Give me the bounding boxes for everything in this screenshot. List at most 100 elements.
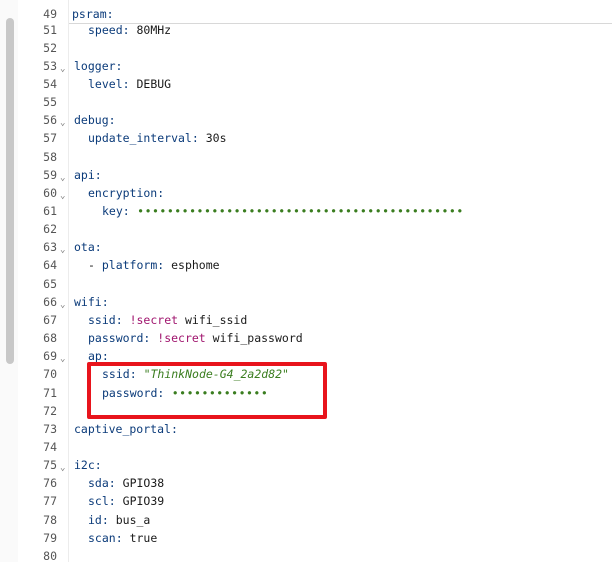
fold-chevron-icon[interactable]: ⌄ xyxy=(60,169,65,187)
yaml-tag: !secret xyxy=(129,313,179,327)
yaml-key: password xyxy=(88,331,144,345)
scrollbar-thumb[interactable] xyxy=(6,18,14,364)
yaml-key: ota xyxy=(74,240,95,254)
code-editor[interactable]: 49 psram: 51 speed: 80MHz 52 53 ⌄ logger: 54 le… xyxy=(0,0,612,563)
code-line[interactable]: encryption: xyxy=(88,184,164,202)
code-line[interactable]: wifi: xyxy=(74,293,109,311)
code-line[interactable]: logger: xyxy=(74,57,122,75)
yaml-key: psram xyxy=(72,7,107,21)
line-number: 62 xyxy=(43,222,57,236)
yaml-key: wifi xyxy=(74,295,102,309)
fold-chevron-icon[interactable]: ⌄ xyxy=(60,60,65,78)
gutter-divider xyxy=(68,0,69,562)
yaml-key: scan xyxy=(88,531,116,545)
line-number: 52 xyxy=(43,41,57,55)
line-number: 80 xyxy=(43,549,57,563)
line-number: 63 xyxy=(43,240,57,254)
yaml-colon: : xyxy=(108,113,116,127)
highlight-box xyxy=(87,362,327,419)
vertical-scrollbar[interactable] xyxy=(0,0,19,562)
yaml-colon: : xyxy=(115,531,123,545)
line-number: 60 xyxy=(43,186,57,200)
yaml-colon: : xyxy=(101,295,109,309)
yaml-key: encryption xyxy=(88,186,158,200)
code-line[interactable]: ssid: !secret wifi_ssid xyxy=(88,311,247,329)
yaml-key: platform xyxy=(101,258,158,272)
yaml-tag: !secret xyxy=(157,331,206,345)
line-number: 51 xyxy=(43,23,57,37)
fold-chevron-icon[interactable]: ⌄ xyxy=(60,459,65,477)
code-line[interactable]: scan: true xyxy=(88,529,157,547)
yaml-key: ssid xyxy=(88,313,116,327)
code-line[interactable]: captive_portal: xyxy=(74,420,178,438)
code-line[interactable]: sda: GPIO38 xyxy=(88,474,164,492)
fold-chevron-icon[interactable]: ⌄ xyxy=(60,350,65,368)
masked-secret-value: ••••••••••••••••••••••••••••••••••••••••… xyxy=(129,204,464,218)
list-dash: - xyxy=(88,258,102,272)
yaml-colon: : xyxy=(157,186,165,200)
code-line[interactable]: debug: xyxy=(74,111,116,129)
yaml-value: DEBUG xyxy=(129,77,172,91)
yaml-key: captive_portal xyxy=(74,422,171,436)
yaml-colon: : xyxy=(101,513,109,527)
yaml-key: id xyxy=(88,513,102,527)
line-number: 61 xyxy=(43,204,57,218)
yaml-colon: : xyxy=(115,313,123,327)
code-line[interactable]: i2c: xyxy=(74,456,102,474)
line-number: 69 xyxy=(43,349,57,363)
yaml-key: level xyxy=(88,77,123,91)
yaml-value: wifi_ssid xyxy=(178,313,248,327)
yaml-colon: : xyxy=(122,204,130,218)
line-number: 71 xyxy=(43,386,57,400)
code-line[interactable]: ota: xyxy=(74,238,102,256)
line-number: 78 xyxy=(43,513,57,527)
yaml-value: esphome xyxy=(164,258,220,272)
yaml-colon: : xyxy=(108,494,116,508)
yaml-colon: : xyxy=(94,168,102,182)
fold-chevron-icon[interactable]: ⌄ xyxy=(60,187,65,205)
yaml-value: bus_a xyxy=(108,513,151,527)
fold-chevron-icon[interactable]: ⌄ xyxy=(60,114,65,132)
yaml-colon: : xyxy=(122,77,130,91)
fold-chevron-icon[interactable]: ⌄ xyxy=(60,296,65,314)
fold-chevron-icon[interactable]: ⌄ xyxy=(60,241,65,259)
line-number: 73 xyxy=(43,422,57,436)
code-line[interactable]: password: !secret wifi_password xyxy=(88,329,303,347)
line-number: 57 xyxy=(43,131,57,145)
code-line[interactable]: key: •••••••••••••••••••••••••••••••••••… xyxy=(102,202,464,220)
yaml-colon: : xyxy=(170,422,178,436)
sticky-header-line: 49 psram: xyxy=(18,5,612,21)
line-number: 59 xyxy=(43,168,57,182)
line-number: 64 xyxy=(43,258,57,272)
yaml-key: logger xyxy=(74,59,116,73)
yaml-colon: : xyxy=(94,458,102,472)
line-number: 66 xyxy=(43,295,57,309)
code-line[interactable]: id: bus_a xyxy=(88,511,150,529)
line-number: 68 xyxy=(43,331,57,345)
yaml-colon: : xyxy=(115,59,123,73)
yaml-colon: : xyxy=(94,240,102,254)
yaml-value: GPIO38 xyxy=(115,476,165,490)
line-number: 55 xyxy=(43,95,57,109)
line-number: 70 xyxy=(43,367,57,381)
line-number: 58 xyxy=(43,150,57,164)
code-line[interactable]: scl: GPIO39 xyxy=(88,492,164,510)
yaml-value: 80MHz xyxy=(129,23,172,37)
yaml-colon: : xyxy=(108,476,116,490)
yaml-key: scl xyxy=(88,494,109,508)
code-line[interactable]: update_interval: 30s xyxy=(88,129,227,147)
yaml-key: sda xyxy=(88,476,109,490)
code-line[interactable]: speed: 80MHz xyxy=(88,21,171,39)
yaml-key: speed xyxy=(88,23,123,37)
line-number: 72 xyxy=(43,404,57,418)
line-number: 76 xyxy=(43,476,57,490)
yaml-key: key xyxy=(102,204,123,218)
code-line[interactable]: level: DEBUG xyxy=(88,75,171,93)
yaml-value: wifi_password xyxy=(205,331,303,345)
yaml-colon: : xyxy=(122,23,130,37)
code-line[interactable]: api: xyxy=(74,166,102,184)
line-number: 67 xyxy=(43,313,57,327)
code-line[interactable]: - platform: esphome xyxy=(88,256,220,274)
line-number: 77 xyxy=(43,494,57,508)
yaml-value: 30s xyxy=(198,131,227,145)
